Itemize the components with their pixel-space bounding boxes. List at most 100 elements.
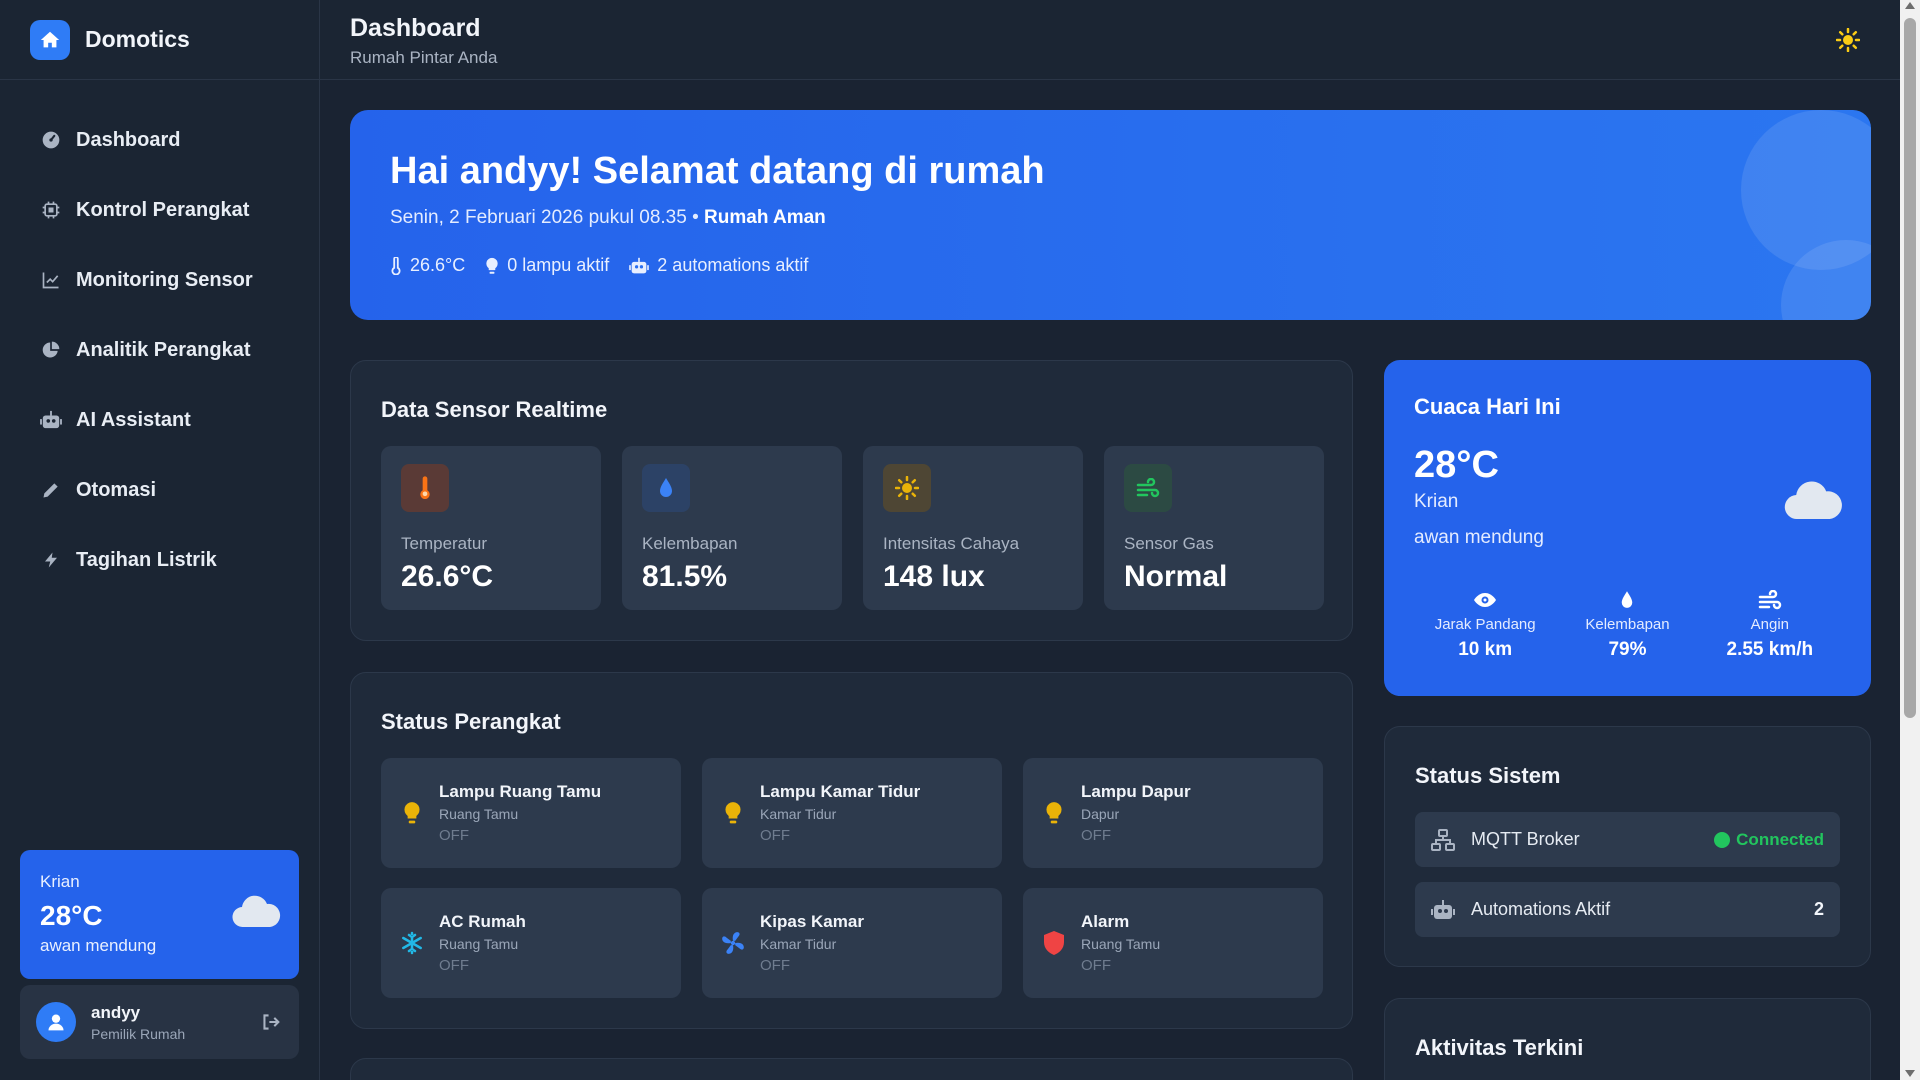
bulb-icon: [1041, 801, 1067, 825]
weather-stats: Jarak Pandang 10 km Kelembapan 79% Angin…: [1414, 588, 1841, 661]
device-name: Kipas Kamar: [760, 912, 864, 931]
sidebar-item-ai-assistant[interactable]: AI Assistant: [0, 385, 319, 455]
scroll-down-arrow-icon[interactable]: [1905, 1070, 1915, 1077]
weather-temp: 28°C: [1414, 444, 1499, 486]
robot-icon: [40, 409, 62, 431]
cloud-icon: [231, 895, 281, 934]
gauge-icon: [40, 129, 62, 151]
line-chart-icon: [40, 269, 62, 291]
device-state: OFF: [439, 957, 469, 974]
sensor-value: 26.6°C: [401, 560, 494, 593]
device-panel: Status Perangkat Lampu Ruang Tamu Ruang …: [350, 672, 1353, 1029]
logout-icon[interactable]: [259, 1010, 283, 1034]
user-role: Pemilik Rumah: [91, 1025, 186, 1042]
page-scrollbar[interactable]: [1900, 0, 1920, 1080]
hero-temp-value: 26.6°C: [410, 255, 466, 275]
recent-activity-title: Aktivitas Terkini: [1415, 1035, 1584, 1060]
sensor-value: 81.5%: [642, 560, 728, 593]
weather-stat-value: 79%: [1608, 639, 1647, 660]
hero-automations-value: 2 automations aktif: [657, 255, 809, 275]
wind-icon: [1124, 464, 1172, 512]
weather-desc: awan mendung: [1414, 527, 1544, 548]
device-card-lampu-dapur[interactable]: Lampu Dapur Dapur OFF: [1023, 758, 1323, 868]
device-room: Ruang Tamu: [439, 936, 519, 952]
device-card-lampu-ruang-tamu[interactable]: Lampu Ruang Tamu Ruang Tamu OFF: [381, 758, 681, 868]
system-status-panel: Status Sistem MQTT Broker Connected Auto…: [1384, 726, 1871, 967]
sidebar-item-label: Otomasi: [76, 478, 157, 501]
pencil-icon: [40, 479, 62, 501]
snowflake-icon: [399, 931, 425, 955]
device-state: OFF: [760, 827, 790, 844]
sensor-card-humidity[interactable]: Kelembapan 81.5%: [622, 446, 842, 610]
sensor-card-temperature[interactable]: Temperatur 26.6°C: [381, 446, 601, 610]
droplet-icon: [1556, 588, 1698, 612]
home-icon: [30, 19, 70, 60]
weather-stat-label: Angin: [1750, 616, 1789, 633]
user-name: andyy: [91, 1002, 141, 1022]
sun-icon[interactable]: [1834, 26, 1862, 54]
scroll-up-arrow-icon[interactable]: [1905, 2, 1915, 9]
brand[interactable]: Domotics: [0, 0, 319, 80]
shield-icon: [1041, 930, 1067, 956]
sidebar: Domotics Dashboard Kontrol Perangkat Mon…: [0, 0, 320, 1080]
weather-stat-visibility: Jarak Pandang 10 km: [1414, 588, 1556, 661]
device-room: Ruang Tamu: [439, 806, 519, 822]
bulb-icon: [720, 801, 746, 825]
welcome-title: Hai andyy! Selamat datang di rumah: [390, 150, 1045, 192]
sidebar-item-monitoring-sensor[interactable]: Monitoring Sensor: [0, 245, 319, 315]
weather-stat-value: 10 km: [1458, 639, 1513, 660]
sensor-value: 148 lux: [883, 560, 985, 593]
sidebar-item-label: Dashboard: [76, 128, 181, 151]
welcome-banner: Hai andyy! Selamat datang di rumah Senin…: [350, 110, 1871, 320]
weather-stat-label: Jarak Pandang: [1434, 616, 1536, 633]
device-room: Dapur: [1081, 806, 1120, 822]
device-card-ac-rumah[interactable]: AC Rumah Ruang Tamu OFF: [381, 888, 681, 998]
scrollbar-thumb[interactable]: [1904, 18, 1916, 718]
robot-icon: [629, 257, 650, 275]
network-icon: [1431, 828, 1455, 851]
sensor-value: Normal: [1124, 560, 1228, 593]
page-subtitle: Rumah Pintar Anda: [350, 48, 498, 67]
sensor-card-light[interactable]: Intensitas Cahaya 148 lux: [863, 446, 1083, 610]
weather-card: Cuaca Hari Ini 28°C Krian awan mendung J…: [1384, 360, 1871, 696]
sidebar-item-label: AI Assistant: [76, 408, 191, 431]
weather-stat-humidity: Kelembapan 79%: [1556, 588, 1698, 661]
avatar[interactable]: [36, 1002, 76, 1042]
sidebar-item-otomasi[interactable]: Otomasi: [0, 455, 319, 525]
sidebar-nav: Dashboard Kontrol Perangkat Monitoring S…: [0, 80, 319, 595]
device-card-kipas-kamar[interactable]: Kipas Kamar Kamar Tidur OFF: [702, 888, 1002, 998]
sidebar-item-label: Monitoring Sensor: [76, 268, 253, 291]
device-card-lampu-kamar-tidur[interactable]: Lampu Kamar Tidur Kamar Tidur OFF: [702, 758, 1002, 868]
bulb-icon: [399, 801, 425, 825]
fan-icon: [720, 930, 746, 956]
sensor-card-gas[interactable]: Sensor Gas Normal: [1104, 446, 1324, 610]
pie-chart-icon: [40, 339, 62, 361]
device-room: Ruang Tamu: [1081, 936, 1161, 952]
droplet-icon: [642, 464, 690, 512]
automations-row: Automations Aktif 2: [1415, 882, 1840, 937]
hero-stats: 26.6°C 0 lampu aktif 2 automations aktif: [390, 255, 1831, 276]
recent-activity-panel: Aktivitas Terkini: [1384, 998, 1871, 1080]
sidebar-item-kontrol-perangkat[interactable]: Kontrol Perangkat: [0, 175, 319, 245]
sensor-label: Kelembapan: [642, 534, 738, 553]
sidebar-item-dashboard[interactable]: Dashboard: [0, 105, 319, 175]
automations-label: Automations Aktif: [1471, 899, 1611, 919]
device-name: Lampu Kamar Tidur: [760, 782, 921, 801]
device-state: OFF: [1081, 827, 1111, 844]
bulb-icon: [485, 257, 499, 275]
sun-icon: [883, 464, 931, 512]
automations-count: 2: [1813, 899, 1824, 919]
device-state: OFF: [439, 827, 469, 844]
sidebar-item-tagihan-listrik[interactable]: Tagihan Listrik: [0, 525, 319, 595]
device-panel-title: Status Perangkat: [381, 709, 561, 734]
weather-stat-wind: Angin 2.55 km/h: [1699, 588, 1841, 661]
device-name: Lampu Dapur: [1081, 782, 1191, 801]
system-status-title: Status Sistem: [1415, 763, 1561, 788]
bolt-icon: [40, 549, 62, 571]
welcome-date: Senin, 2 Februari 2026 pukul 08.35 • Rum…: [390, 207, 1831, 229]
device-card-alarm[interactable]: Alarm Ruang Tamu OFF: [1023, 888, 1323, 998]
sidebar-item-label: Analitik Perangkat: [76, 338, 251, 361]
sensor-label: Sensor Gas: [1124, 534, 1214, 553]
sidebar-item-analitik-perangkat[interactable]: Analitik Perangkat: [0, 315, 319, 385]
connection-status-text: Connected: [1736, 829, 1824, 849]
